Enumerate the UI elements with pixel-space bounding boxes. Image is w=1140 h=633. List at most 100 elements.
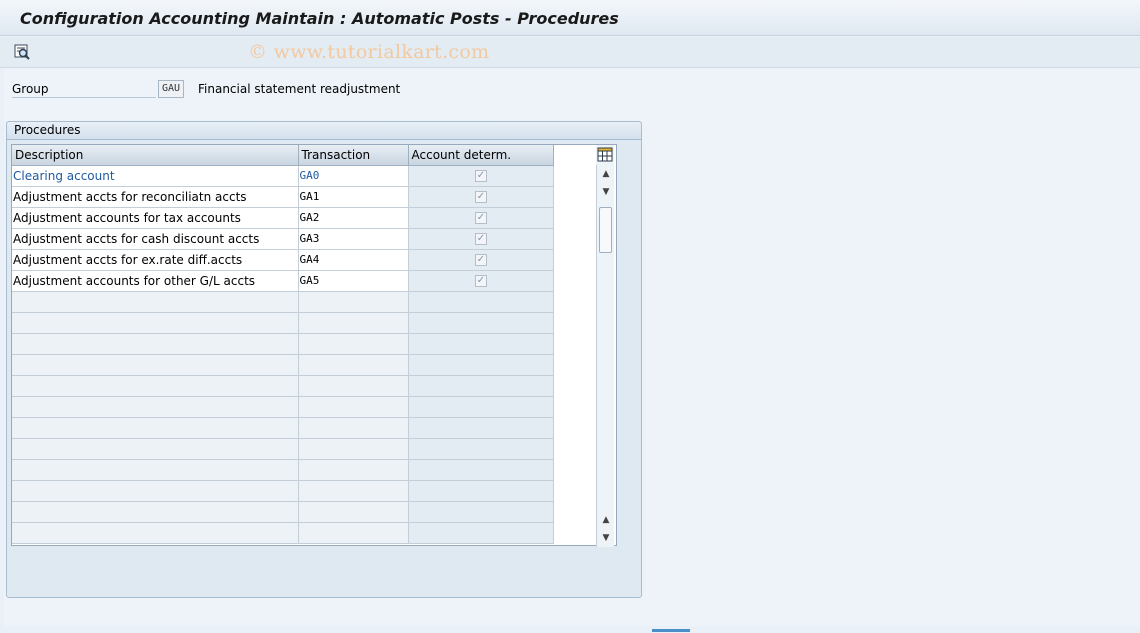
column-header-description[interactable]: Description bbox=[12, 145, 299, 166]
account-determ-checkbox: ✓ bbox=[475, 254, 487, 266]
row-description[interactable]: Clearing account bbox=[12, 165, 299, 187]
empty-cell[interactable] bbox=[408, 501, 554, 523]
row-description[interactable]: Adjustment accts for ex.rate diff.accts bbox=[12, 249, 299, 271]
empty-cell[interactable] bbox=[298, 375, 409, 397]
empty-cell[interactable] bbox=[12, 375, 299, 397]
account-determ-checkbox: ✓ bbox=[475, 170, 487, 182]
empty-cell[interactable] bbox=[408, 396, 554, 418]
empty-cell[interactable] bbox=[12, 396, 299, 418]
table-row-empty[interactable] bbox=[12, 417, 554, 439]
empty-cell[interactable] bbox=[12, 312, 299, 334]
group-label: Group bbox=[12, 82, 156, 98]
table-row-empty[interactable] bbox=[12, 480, 554, 502]
empty-cell[interactable] bbox=[298, 501, 409, 523]
table-row[interactable]: Clearing account GA0 ✓ bbox=[12, 165, 554, 187]
empty-cell[interactable] bbox=[408, 522, 554, 544]
empty-cell[interactable] bbox=[298, 417, 409, 439]
empty-cell[interactable] bbox=[298, 333, 409, 355]
empty-cell[interactable] bbox=[12, 417, 299, 439]
empty-cell[interactable] bbox=[298, 312, 409, 334]
procedures-table: Description Transaction Account determ. … bbox=[11, 144, 617, 547]
row-transaction[interactable]: GA4 bbox=[298, 249, 409, 271]
row-description[interactable]: Adjustment accounts for other G/L accts bbox=[12, 270, 299, 292]
account-determ-checkbox: ✓ bbox=[475, 212, 487, 224]
scroll-up-icon[interactable]: ▼ bbox=[601, 187, 611, 197]
empty-cell[interactable] bbox=[12, 333, 299, 355]
empty-cell[interactable] bbox=[12, 522, 299, 544]
watermark-text: © www.tutorialkart.com bbox=[248, 41, 490, 63]
empty-cell[interactable] bbox=[298, 459, 409, 481]
table-row-empty[interactable] bbox=[12, 312, 554, 334]
table-row[interactable]: Adjustment accounts for tax accounts GA2 ✓ bbox=[12, 207, 554, 229]
row-account-determ: ✓ bbox=[408, 165, 554, 187]
table-row-empty[interactable] bbox=[12, 396, 554, 418]
scroll-page-up-icon[interactable]: ▲ bbox=[601, 169, 611, 179]
row-description[interactable]: Adjustment accts for reconciliatn accts bbox=[12, 186, 299, 208]
table-settings-button[interactable] bbox=[596, 145, 614, 165]
main-content: Group GAU Financial statement readjustme… bbox=[4, 68, 1140, 626]
empty-cell[interactable] bbox=[298, 354, 409, 376]
scrollbar-thumb[interactable] bbox=[599, 207, 612, 253]
table-row-empty[interactable] bbox=[12, 333, 554, 355]
column-header-transaction[interactable]: Transaction bbox=[298, 145, 409, 166]
row-transaction[interactable]: GA1 bbox=[298, 186, 409, 208]
empty-cell[interactable] bbox=[408, 291, 554, 313]
scroll-page-down-icon[interactable]: ▼ bbox=[601, 533, 611, 543]
table-row-empty[interactable] bbox=[12, 459, 554, 481]
empty-cell[interactable] bbox=[12, 459, 299, 481]
row-transaction[interactable]: GA0 bbox=[298, 165, 409, 187]
table-row-empty[interactable] bbox=[12, 501, 554, 523]
empty-cell[interactable] bbox=[298, 480, 409, 502]
row-description[interactable]: Adjustment accounts for tax accounts bbox=[12, 207, 299, 229]
scroll-down-icon[interactable]: ▲ bbox=[601, 515, 611, 525]
display-detail-button[interactable] bbox=[13, 43, 33, 61]
empty-cell[interactable] bbox=[12, 291, 299, 313]
vertical-scrollbar[interactable]: ▲ ▼ ▲ ▼ bbox=[596, 165, 614, 547]
table-row[interactable]: Adjustment accts for cash discount accts… bbox=[12, 228, 554, 250]
empty-cell[interactable] bbox=[298, 396, 409, 418]
empty-cell[interactable] bbox=[408, 480, 554, 502]
table-row-empty[interactable] bbox=[12, 375, 554, 397]
procedures-groupbox: Procedures Description Transaction Accou… bbox=[6, 121, 642, 598]
empty-cell[interactable] bbox=[298, 291, 409, 313]
row-account-determ: ✓ bbox=[408, 207, 554, 229]
group-description: Financial statement readjustment bbox=[198, 82, 401, 96]
table-row[interactable]: Adjustment accts for reconciliatn accts G… bbox=[12, 186, 554, 208]
table-row[interactable]: Adjustment accounts for other G/L accts G… bbox=[12, 270, 554, 292]
procedures-groupbox-title: Procedures bbox=[7, 122, 641, 140]
group-value-field[interactable]: GAU bbox=[158, 80, 184, 98]
empty-cell[interactable] bbox=[12, 501, 299, 523]
empty-cell[interactable] bbox=[12, 438, 299, 460]
empty-cell[interactable] bbox=[408, 459, 554, 481]
application-toolbar: © www.tutorialkart.com bbox=[0, 37, 1140, 68]
empty-cell[interactable] bbox=[408, 438, 554, 460]
empty-cell[interactable] bbox=[298, 522, 409, 544]
row-account-determ: ✓ bbox=[408, 270, 554, 292]
row-transaction[interactable]: GA2 bbox=[298, 207, 409, 229]
empty-cell[interactable] bbox=[408, 417, 554, 439]
row-transaction[interactable]: GA3 bbox=[298, 228, 409, 250]
status-bar bbox=[0, 626, 1140, 633]
row-description[interactable]: Adjustment accts for cash discount accts bbox=[12, 228, 299, 250]
table-row-empty[interactable] bbox=[12, 522, 554, 544]
row-account-determ: ✓ bbox=[408, 249, 554, 271]
row-transaction[interactable]: GA5 bbox=[298, 270, 409, 292]
row-account-determ: ✓ bbox=[408, 186, 554, 208]
table-row-empty[interactable] bbox=[12, 354, 554, 376]
table-row-empty[interactable] bbox=[12, 291, 554, 313]
empty-cell[interactable] bbox=[298, 438, 409, 460]
title-bar: Configuration Accounting Maintain : Auto… bbox=[0, 0, 1140, 36]
table-row-empty[interactable] bbox=[12, 438, 554, 460]
account-determ-checkbox: ✓ bbox=[475, 233, 487, 245]
table-header-row: Description Transaction Account determ. bbox=[12, 145, 554, 166]
empty-cell[interactable] bbox=[408, 312, 554, 334]
status-indicator bbox=[652, 629, 690, 632]
column-header-account-determ[interactable]: Account determ. bbox=[408, 145, 554, 166]
empty-cell[interactable] bbox=[408, 354, 554, 376]
empty-cell[interactable] bbox=[12, 354, 299, 376]
empty-cell[interactable] bbox=[12, 480, 299, 502]
group-field-row: Group GAU Financial statement readjustme… bbox=[8, 80, 608, 98]
table-row[interactable]: Adjustment accts for ex.rate diff.accts G… bbox=[12, 249, 554, 271]
empty-cell[interactable] bbox=[408, 375, 554, 397]
empty-cell[interactable] bbox=[408, 333, 554, 355]
